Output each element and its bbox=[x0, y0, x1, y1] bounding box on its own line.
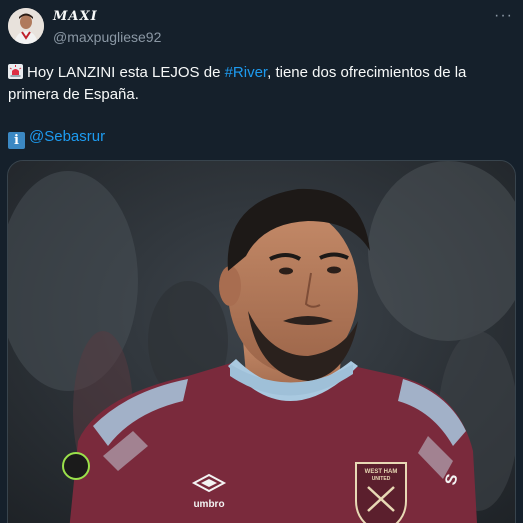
player-photo: umbro WEST HAM UNITED S bbox=[8, 161, 515, 523]
author-handle[interactable]: @maxpugliese92 bbox=[53, 29, 161, 45]
police-light-icon bbox=[8, 64, 23, 79]
mention-link[interactable]: @Sebasrur bbox=[29, 128, 105, 145]
tweet-text-part: Hoy LANZINI esta LEJOS de bbox=[27, 64, 225, 81]
avatar-image bbox=[8, 8, 44, 44]
tweet-media-image[interactable]: umbro WEST HAM UNITED S bbox=[7, 160, 516, 523]
crest-subtext: UNITED bbox=[372, 476, 391, 482]
hashtag-link[interactable]: #River bbox=[225, 64, 268, 81]
tweet-text: Hoy LANZINI esta LEJOS de #River, tiene … bbox=[8, 62, 513, 106]
tweet: MAXI @maxpugliese92 ··· Hoy LANZINI esta… bbox=[0, 0, 523, 523]
author-name[interactable]: MAXI bbox=[53, 9, 98, 24]
information-icon: i bbox=[8, 132, 25, 149]
more-options-icon[interactable]: ··· bbox=[494, 8, 513, 24]
sponsor-label: umbro bbox=[193, 499, 224, 510]
avatar[interactable] bbox=[8, 8, 44, 44]
crest-text: WEST HAM bbox=[365, 469, 398, 475]
source-line: i @Sebasrur bbox=[8, 126, 105, 149]
